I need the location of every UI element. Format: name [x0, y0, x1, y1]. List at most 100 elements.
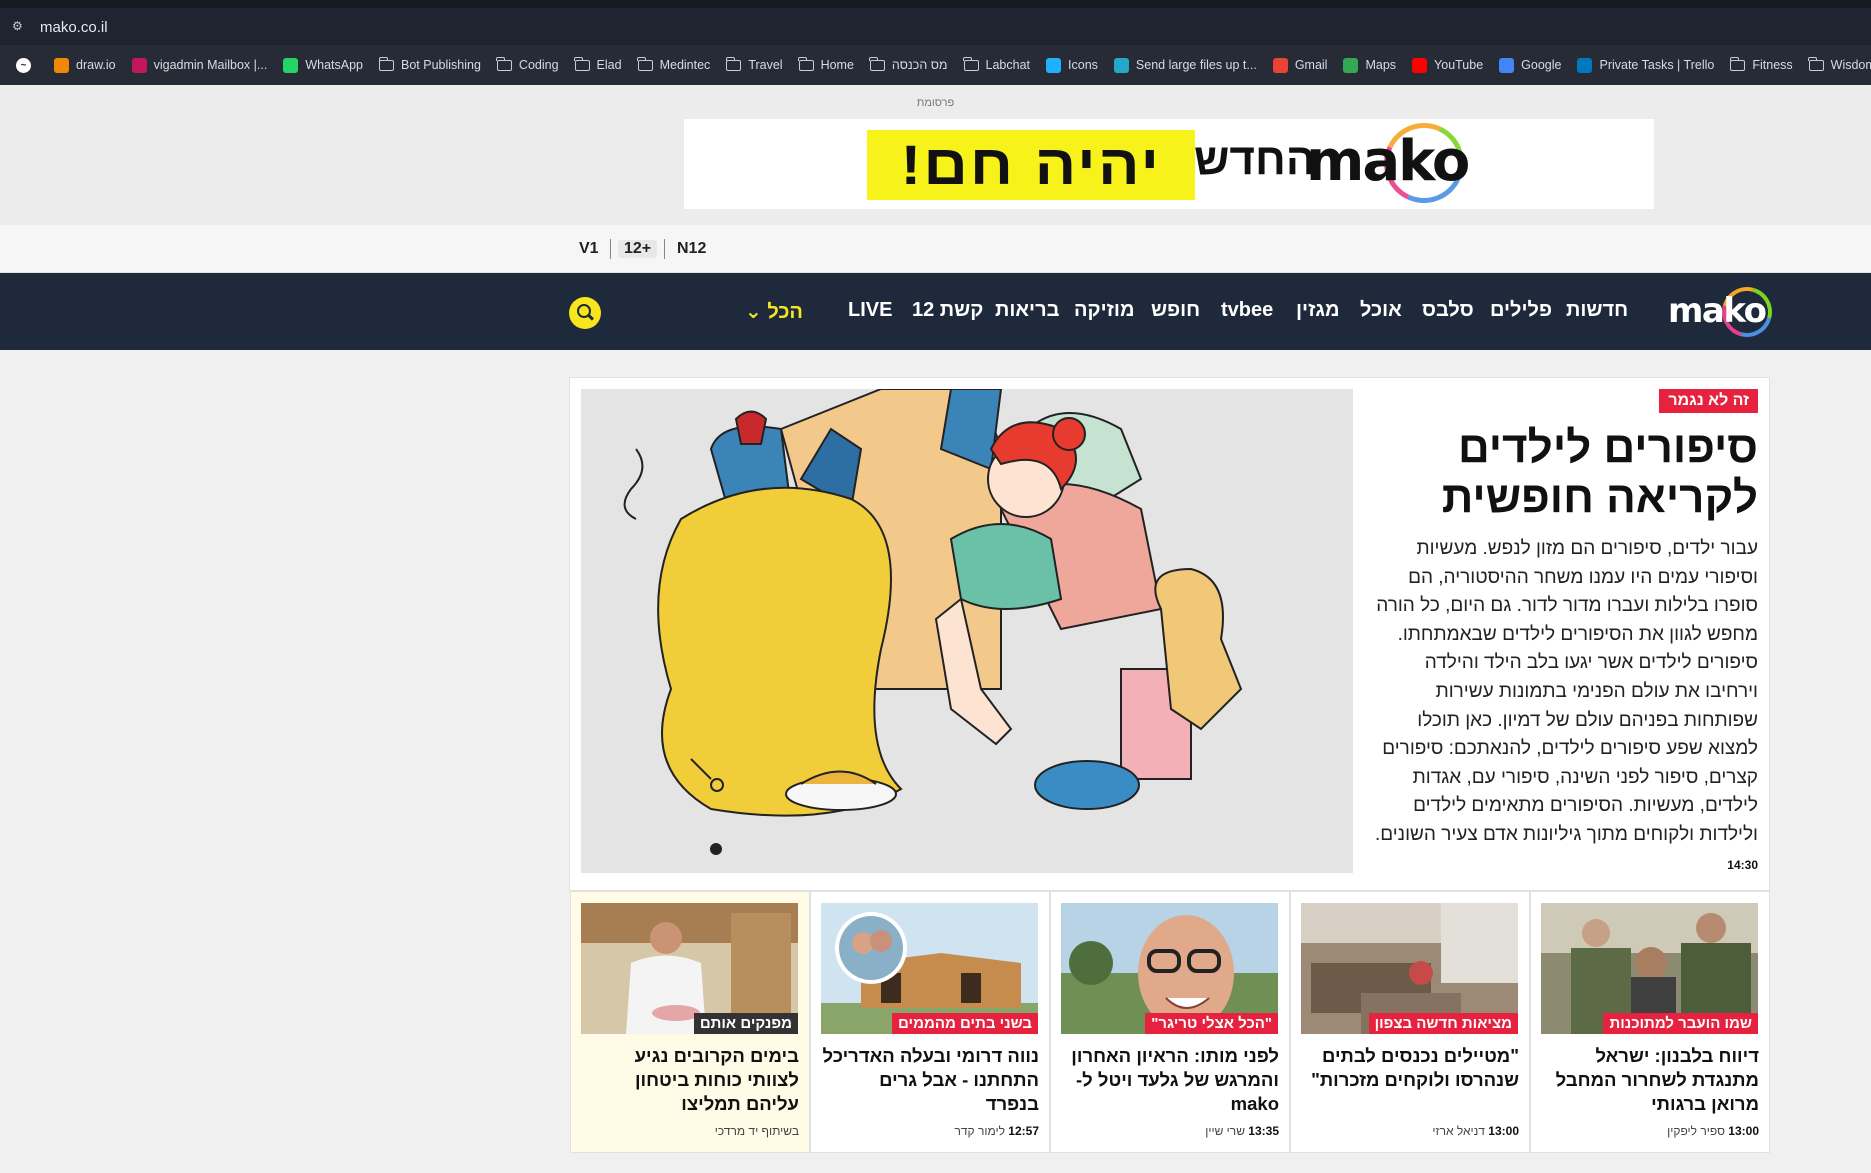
site-info-icon[interactable]: ⚙: [12, 19, 28, 33]
bookmark-label: Private Tasks | Trello: [1599, 58, 1715, 72]
card-thumbnail[interactable]: מפנקים אותם: [581, 903, 798, 1034]
bookmark-item[interactable]: Wisdom: [1801, 52, 1871, 78]
card-time: 13:00: [1728, 1124, 1759, 1138]
card-title[interactable]: דיווח בלבנון: ישראל מתנגדת לשחרור המחבל …: [1542, 1044, 1759, 1116]
bookmark-label: Medintec: [659, 58, 711, 72]
card-title[interactable]: לפני מותו: הראיון האחרון והמרגש של גלעד …: [1062, 1044, 1279, 1116]
nav-all-menu[interactable]: ⌄ הכל: [745, 299, 803, 324]
bookmark-item[interactable]: Coding: [489, 52, 567, 78]
folder-icon: [963, 56, 979, 71]
bookmark-item[interactable]: Icons: [1038, 52, 1106, 78]
bookmark-item[interactable]: Home: [791, 52, 862, 78]
bookmark-label: Maps: [1365, 58, 1397, 72]
card-thumbnail[interactable]: שמו הועבר למתוכנות: [1541, 903, 1758, 1034]
bookmark-item[interactable]: Google: [1491, 52, 1569, 78]
card-title[interactable]: נווה דרומי ובעלה האדריכל התחתנו - אבל גר…: [822, 1044, 1040, 1116]
site-logo[interactable]: mako: [1668, 291, 1767, 331]
card-author: דניאל ארזי: [1432, 1124, 1485, 1138]
card-tag: מפנקים אותם: [693, 1013, 798, 1034]
card-tag: בשני בתים מהממים: [892, 1013, 1038, 1034]
card-thumbnail[interactable]: מציאות חדשה בצפון: [1301, 903, 1518, 1034]
bookmark-item[interactable]: YouTube: [1404, 52, 1491, 78]
card-author: ספיר ליפקין: [1667, 1124, 1725, 1138]
bookmark-item[interactable]: Elad: [567, 52, 630, 78]
hero-title[interactable]: סיפורים לילדים לקריאה חופשית: [1370, 423, 1758, 523]
bookmark-item[interactable]: Fitness: [1722, 52, 1800, 78]
chevron-down-icon: ⌄: [745, 301, 768, 323]
youtube-icon: [1412, 57, 1428, 73]
network-n12-link[interactable]: N12: [677, 240, 706, 258]
bookmark-item[interactable]: Gmail: [1265, 52, 1336, 78]
tab-strip: [0, 0, 1871, 8]
nav-item-keshet12[interactable]: קשת 12: [912, 299, 983, 322]
card-tag: "הכל אצלי טריגר": [1145, 1013, 1278, 1034]
ad-banner[interactable]: יהיה חם! החדש mako: [684, 111, 1654, 215]
card-meta: 13:00 דניאל ארזי: [1302, 1124, 1519, 1138]
card-time: 13:35: [1248, 1124, 1279, 1138]
nav-item-celebs[interactable]: סלבס: [1422, 299, 1474, 322]
bookmark-item[interactable]: draw.io: [46, 52, 124, 78]
card-author: לימור קדר: [954, 1124, 1005, 1138]
mailbox-icon: [131, 57, 147, 73]
nav-item-news[interactable]: חדשות: [1566, 299, 1628, 322]
sponsored-card[interactable]: מפנקים אותם בימים הקרובים נגיע לצוותי כו…: [570, 891, 810, 1153]
bookmark-item[interactable]: Maps: [1335, 52, 1404, 78]
bookmark-label: Elad: [596, 58, 622, 72]
address-bar[interactable]: mako.co.il: [40, 19, 108, 36]
network-v1-link[interactable]: V1: [579, 240, 599, 258]
nav-item-crime[interactable]: פלילים: [1490, 299, 1552, 322]
card-title[interactable]: "מטיילים נכנסים לבתים שנהרסו ולוקחים מזכ…: [1302, 1044, 1519, 1092]
hero-tag[interactable]: זה לא נגמר: [1659, 389, 1758, 413]
nav-item-tvbee[interactable]: tvbee: [1221, 299, 1273, 322]
hero-time: 14:30: [1727, 857, 1758, 872]
article-card[interactable]: בשני בתים מהממים נווה דרומי ובעלה האדריכ…: [810, 891, 1050, 1153]
folder-icon: [496, 56, 512, 71]
bookmark-label: Bot Publishing: [401, 58, 481, 72]
main-nav: ⌄ הכל LIVE קשת 12 בריאות מוזיקה חופש tvb…: [0, 273, 1871, 350]
bookmark-item[interactable]: Bot Publishing: [371, 52, 489, 78]
cloud-icon: [1113, 57, 1129, 73]
article-card[interactable]: מציאות חדשה בצפון "מטיילים נכנסים לבתים …: [1290, 891, 1530, 1153]
folder-icon: [574, 56, 590, 71]
nav-item-music[interactable]: מוזיקה: [1074, 299, 1135, 322]
folder-icon: [869, 56, 885, 71]
article-card[interactable]: שמו הועבר למתוכנות דיווח בלבנון: ישראל מ…: [1530, 891, 1770, 1153]
bookmark-item[interactable]: מס הכנסה: [862, 52, 956, 78]
hero-illustration[interactable]: [581, 389, 1353, 873]
bookmark-item[interactable]: WhatsApp: [275, 52, 371, 78]
folder-icon: [725, 56, 742, 71]
bookmark-label: Wisdom: [1830, 58, 1871, 72]
bookmark-item[interactable]: Medintec: [630, 52, 719, 78]
bookmark-item[interactable]: ~: [8, 52, 46, 78]
card-author: בשיתוף יד מרדכי: [714, 1124, 799, 1138]
gmail-icon: [1272, 57, 1288, 73]
nav-item-vacation[interactable]: חופש: [1151, 299, 1200, 322]
article-card[interactable]: "הכל אצלי טריגר" לפני מותו: הראיון האחרו…: [1050, 891, 1290, 1153]
bookmark-item[interactable]: Labchat: [956, 52, 1038, 78]
bookmark-item[interactable]: vigadmin Mailbox |...: [124, 52, 276, 78]
search-button[interactable]: [569, 297, 601, 329]
bookmark-label: Fitness: [1752, 58, 1793, 72]
messenger-icon: ~: [16, 57, 31, 73]
card-thumbnail[interactable]: "הכל אצלי טריגר": [1061, 903, 1278, 1034]
bookmark-item[interactable]: Private Tasks | Trello: [1569, 52, 1722, 78]
hero-body: עבור ילדים, סיפורים הם מזון לנפש. מעשיות…: [1374, 538, 1758, 845]
folder-icon: [1729, 56, 1746, 71]
card-tag: מציאות חדשה בצפון: [1368, 1013, 1518, 1034]
nav-item-magazine[interactable]: מגזין: [1296, 299, 1339, 322]
bookmark-item[interactable]: Travel: [718, 52, 790, 78]
nav-item-food[interactable]: אוכל: [1360, 299, 1402, 322]
card-thumbnail[interactable]: בשני בתים מהממים: [821, 903, 1038, 1034]
network-12plus-link[interactable]: 12+: [618, 240, 658, 258]
nav-item-live[interactable]: LIVE: [848, 299, 892, 322]
hero-article[interactable]: זה לא נגמר סיפורים לילדים לקריאה חופשית …: [569, 377, 1770, 891]
hero-text: זה לא נגמר סיפורים לילדים לקריאה חופשית …: [1370, 389, 1758, 872]
bookmark-item[interactable]: Send large files up t...: [1106, 52, 1265, 78]
card-title[interactable]: בימים הקרובים נגיע לצוותי כוחות ביטחון ע…: [582, 1044, 799, 1116]
ad-headline: יהיה חם!: [900, 133, 1162, 196]
ad-label: פרסומת: [916, 97, 955, 109]
illustration-svg: [581, 389, 1353, 873]
drawio-icon: [54, 57, 69, 73]
bookmark-label: vigadmin Mailbox |...: [153, 58, 268, 72]
nav-item-health[interactable]: בריאות: [995, 299, 1059, 322]
